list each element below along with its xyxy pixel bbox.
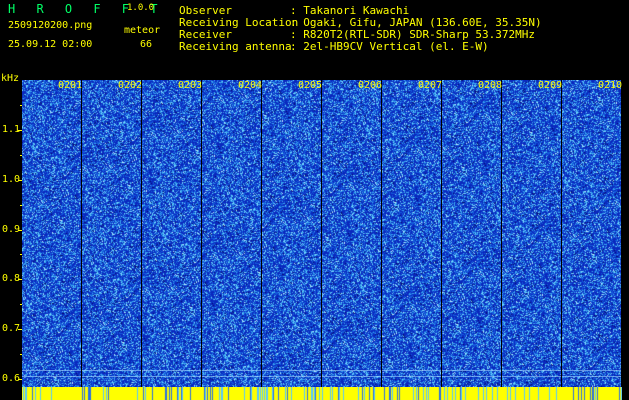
minute-separator xyxy=(441,80,442,387)
spectrogram xyxy=(22,80,622,387)
observer-value: : Takanori Kawachi xyxy=(290,4,410,17)
time-label: 0202 xyxy=(118,80,143,91)
minute-separator xyxy=(501,80,502,387)
freq-tick xyxy=(18,329,22,330)
minute-separator xyxy=(381,80,382,387)
time-label: 0205 xyxy=(298,80,323,91)
location-label: Receiving Location xyxy=(179,16,299,29)
signal-band-streaks xyxy=(22,387,622,400)
freq-minor-tick xyxy=(20,254,22,255)
detection-label: meteor xyxy=(124,25,161,36)
time-label: 0204 xyxy=(238,80,263,91)
minute-separator xyxy=(201,80,202,387)
hrofft-window: H R O F F T 1.0.0 2509120200.png meteor … xyxy=(0,0,629,400)
minute-separator xyxy=(81,80,82,387)
reference-line-upper xyxy=(22,370,622,371)
freq-tick xyxy=(18,279,22,280)
time-label: 0203 xyxy=(178,80,203,91)
freq-tick xyxy=(18,230,22,231)
time-label: 0209 xyxy=(538,80,563,91)
reference-line-lower xyxy=(22,376,622,377)
axis-unit: kHz xyxy=(1,73,20,84)
freq-minor-tick xyxy=(20,304,22,305)
receiver-value: : R820T2(RTL-SDR) SDR-Sharp 53.372MHz xyxy=(290,28,536,41)
time-label: 0206 xyxy=(358,80,383,91)
file-name: 2509120200.png xyxy=(8,20,93,31)
time-label: 0208 xyxy=(478,80,503,91)
freq-tick xyxy=(18,379,22,380)
minute-separator xyxy=(141,80,142,387)
time-label: 0207 xyxy=(418,80,443,91)
minute-separator xyxy=(321,80,322,387)
freq-tick xyxy=(18,180,22,181)
minute-separator xyxy=(621,80,622,387)
freq-minor-tick xyxy=(20,105,22,106)
signal-band xyxy=(22,387,622,400)
freq-minor-tick xyxy=(20,205,22,206)
file-datetime: 25.09.12 02:00 xyxy=(8,39,93,50)
minute-separator xyxy=(561,80,562,387)
app-version: 1.0.0 xyxy=(127,3,155,13)
freq-minor-tick xyxy=(20,155,22,156)
freq-minor-tick xyxy=(20,354,22,355)
freq-tick xyxy=(18,130,22,131)
spectrogram-noise xyxy=(22,80,622,387)
detection-count: 66 xyxy=(140,39,153,50)
location-value: : Ogaki, Gifu, JAPAN (136.60E, 35.35N) xyxy=(290,16,542,29)
minute-separator xyxy=(261,80,262,387)
antenna-label: Receiving antenna xyxy=(179,40,292,53)
time-label: 0210 xyxy=(598,80,623,91)
receiver-label: Receiver xyxy=(179,28,232,41)
time-label: 0201 xyxy=(58,80,83,91)
antenna-value: : 2el-HB9CV Vertical (el. E-W) xyxy=(290,40,489,53)
observer-label: Observer xyxy=(179,4,232,17)
